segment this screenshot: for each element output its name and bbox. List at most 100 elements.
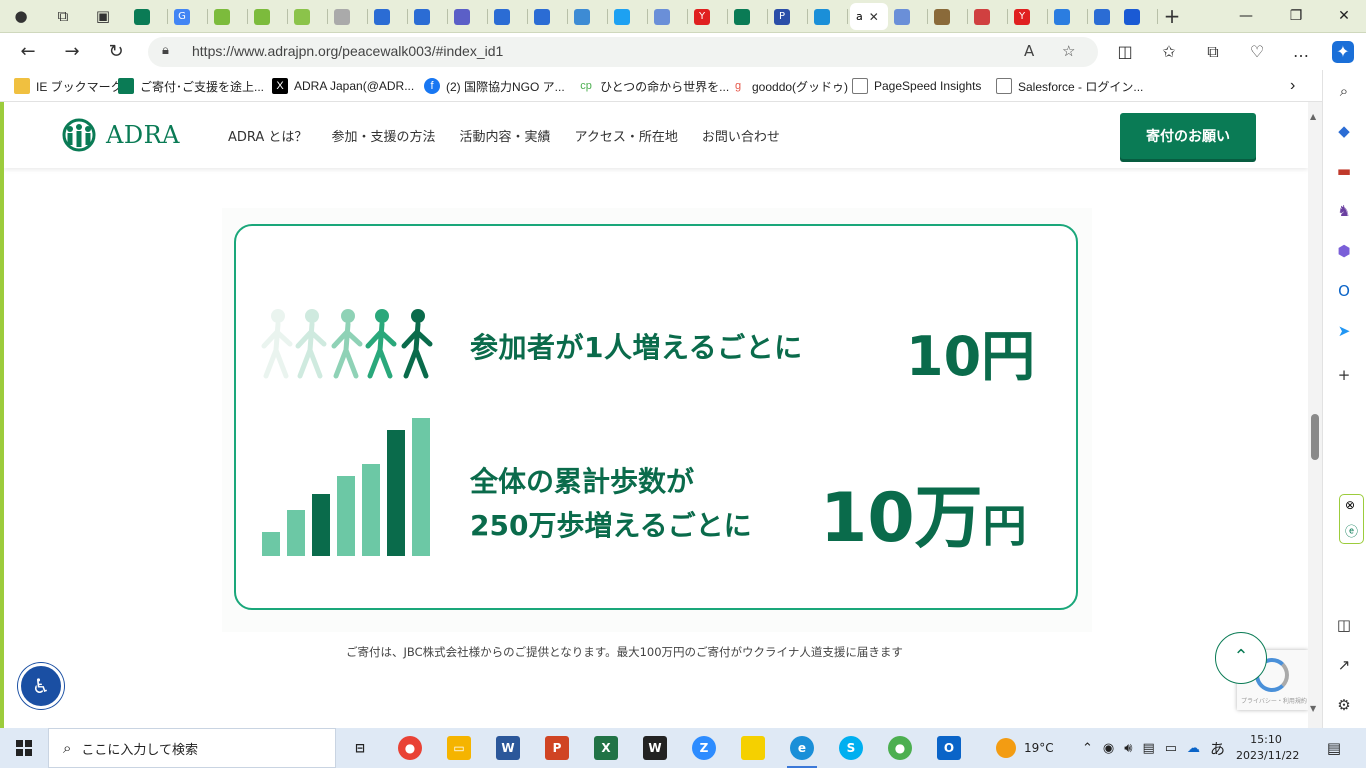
copilot-icon[interactable]: ✦ <box>1332 41 1354 63</box>
outlook-icon[interactable]: O <box>1333 280 1355 302</box>
tab[interactable]: Y <box>688 3 728 30</box>
search-icon[interactable]: ⌕ <box>1333 80 1355 102</box>
tab[interactable] <box>408 3 448 30</box>
tab[interactable] <box>288 3 328 30</box>
scrollbar-thumb[interactable] <box>1311 414 1319 460</box>
taskbar-search-box[interactable]: ⌕ ここに入力して検索 <box>48 728 336 768</box>
chrome-profile-icon[interactable]: ● <box>888 736 912 760</box>
tab[interactable] <box>488 3 528 30</box>
file-explorer-icon[interactable]: ▭ <box>447 736 471 760</box>
excel-icon[interactable]: X <box>594 736 618 760</box>
network-icon[interactable]: ▤ <box>1142 741 1154 756</box>
page-scrollbar[interactable]: ▲ ▼ <box>1308 102 1322 728</box>
tab-actions-icon[interactable]: ▣ <box>90 4 116 28</box>
favorite-star-icon[interactable]: ☆ <box>1062 42 1075 60</box>
camera-icon[interactable]: ◉ <box>1103 741 1114 756</box>
outlook-icon[interactable]: O <box>937 736 961 760</box>
tab[interactable] <box>248 3 288 30</box>
scroll-to-top-button[interactable]: ⌃ <box>1215 632 1267 684</box>
word-icon[interactable]: W <box>496 736 520 760</box>
chrome-icon[interactable]: ● <box>398 736 422 760</box>
favorites-icon[interactable]: ✩ <box>1158 41 1180 63</box>
tab[interactable] <box>968 3 1008 30</box>
microsoft365-icon[interactable]: ⬢ <box>1333 240 1355 262</box>
bookmark-item[interactable]: f (2) 国際協力NGO ア... <box>424 77 565 95</box>
tab[interactable] <box>728 3 768 30</box>
open-external-icon[interactable]: ↗ <box>1333 654 1355 676</box>
notification-center-icon[interactable]: ▤ <box>1322 736 1346 760</box>
minimize-button[interactable]: — <box>1226 5 1266 27</box>
start-button[interactable] <box>0 728 48 768</box>
clock[interactable]: 15:10 2023/11/22 <box>1236 732 1299 764</box>
tab[interactable] <box>648 3 688 30</box>
lock-icon[interactable]: 🔒︎ <box>162 43 169 58</box>
tab[interactable] <box>568 3 608 30</box>
tab[interactable] <box>808 3 848 30</box>
tab[interactable] <box>448 3 488 30</box>
bookmark-item[interactable]: X ADRA Japan(@ADR... <box>272 77 414 95</box>
bookmark-item[interactable]: g gooddo(グッドゥ) <box>730 77 848 95</box>
task-view-icon[interactable]: ⊟ <box>348 736 372 760</box>
scroll-down-arrow-icon[interactable]: ▼ <box>1310 704 1316 713</box>
tab-active[interactable]: a ✕ <box>850 3 888 30</box>
accessibility-widget-button[interactable]: ♿︎ <box>18 663 64 709</box>
tab[interactable] <box>888 3 928 30</box>
bookmark-item[interactable]: PageSpeed Insights <box>852 77 981 95</box>
bookmark-item[interactable]: IE ブックマーク <box>14 77 123 95</box>
tab[interactable] <box>368 3 408 30</box>
skype-icon[interactable]: S <box>839 736 863 760</box>
adra-logo[interactable]: ADRA <box>56 118 180 152</box>
nav-item-about[interactable]: ADRA とは？ <box>228 126 307 145</box>
floating-extension-widget[interactable]: ⊗ ⓔ <box>1339 494 1364 544</box>
powerpoint-icon[interactable]: P <box>545 736 569 760</box>
scroll-up-arrow-icon[interactable]: ▲ <box>1310 112 1316 121</box>
app-icon[interactable]: W <box>643 736 667 760</box>
ime-indicator[interactable]: あ <box>1210 738 1225 759</box>
tab[interactable]: P <box>768 3 808 30</box>
close-tab-icon[interactable]: ✕ <box>869 10 879 24</box>
zoom-icon[interactable]: Z <box>692 736 716 760</box>
restore-button[interactable]: ❐ <box>1276 5 1316 27</box>
tab[interactable]: Y <box>1008 3 1048 30</box>
forward-button[interactable]: → <box>58 39 86 65</box>
more-bookmarks-chevron-icon[interactable]: › <box>1290 77 1295 95</box>
sticky-notes-icon[interactable] <box>741 736 765 760</box>
bookmark-item[interactable]: ご寄付･ご支援を途上... <box>118 77 264 95</box>
more-menu-icon[interactable]: … <box>1290 41 1312 63</box>
send-icon[interactable]: ➤ <box>1333 320 1355 342</box>
nav-item-support[interactable]: 参加・支援の方法 <box>331 126 435 145</box>
nav-item-contact[interactable]: お問い合わせ <box>702 126 780 145</box>
close-window-button[interactable]: ✕ <box>1324 5 1364 27</box>
weather-widget[interactable]: 19°C <box>996 728 1054 768</box>
tab[interactable]: G <box>168 3 208 30</box>
edge-e-icon[interactable]: ⓔ <box>1345 521 1358 540</box>
bookmark-item[interactable]: cp ひとつの命から世界を... <box>578 77 729 95</box>
tab[interactable] <box>928 3 968 30</box>
settings-gear-icon[interactable]: ⚙ <box>1333 694 1355 716</box>
donate-button[interactable]: 寄付のお願い <box>1120 113 1256 159</box>
new-tab-button[interactable]: + <box>1160 5 1184 27</box>
url-field[interactable]: 🔒︎ https://www.adrajpn.org/peacewalk003/… <box>148 37 1098 67</box>
tab[interactable] <box>608 3 648 30</box>
profile-icon[interactable]: ● <box>8 4 34 28</box>
refresh-button[interactable]: ↻ <box>102 39 130 65</box>
back-button[interactable]: ← <box>14 39 42 65</box>
tab[interactable] <box>1048 3 1088 30</box>
nav-item-activities[interactable]: 活動内容・実績 <box>459 126 550 145</box>
tab[interactable] <box>328 3 368 30</box>
edge-icon[interactable]: e <box>790 736 814 760</box>
workspaces-icon[interactable]: ⧉ <box>50 4 76 28</box>
tray-chevron-up-icon[interactable]: ⌃ <box>1082 741 1093 756</box>
onedrive-cloud-icon[interactable]: ☁ <box>1187 741 1200 756</box>
battery-icon[interactable]: ▭ <box>1165 741 1177 756</box>
tab[interactable] <box>128 3 168 30</box>
tab[interactable] <box>1118 3 1158 30</box>
tools-icon[interactable]: ▬ <box>1333 160 1355 182</box>
split-screen-icon[interactable]: ◫ <box>1114 41 1136 63</box>
tab[interactable] <box>208 3 248 30</box>
shopping-tag-icon[interactable]: ◆ <box>1333 120 1355 142</box>
tab[interactable] <box>528 3 568 30</box>
nav-item-access[interactable]: アクセス・所在地 <box>574 126 677 145</box>
browser-essentials-icon[interactable]: ♡ <box>1246 41 1268 63</box>
sidebar-layout-icon[interactable]: ◫ <box>1333 614 1355 636</box>
